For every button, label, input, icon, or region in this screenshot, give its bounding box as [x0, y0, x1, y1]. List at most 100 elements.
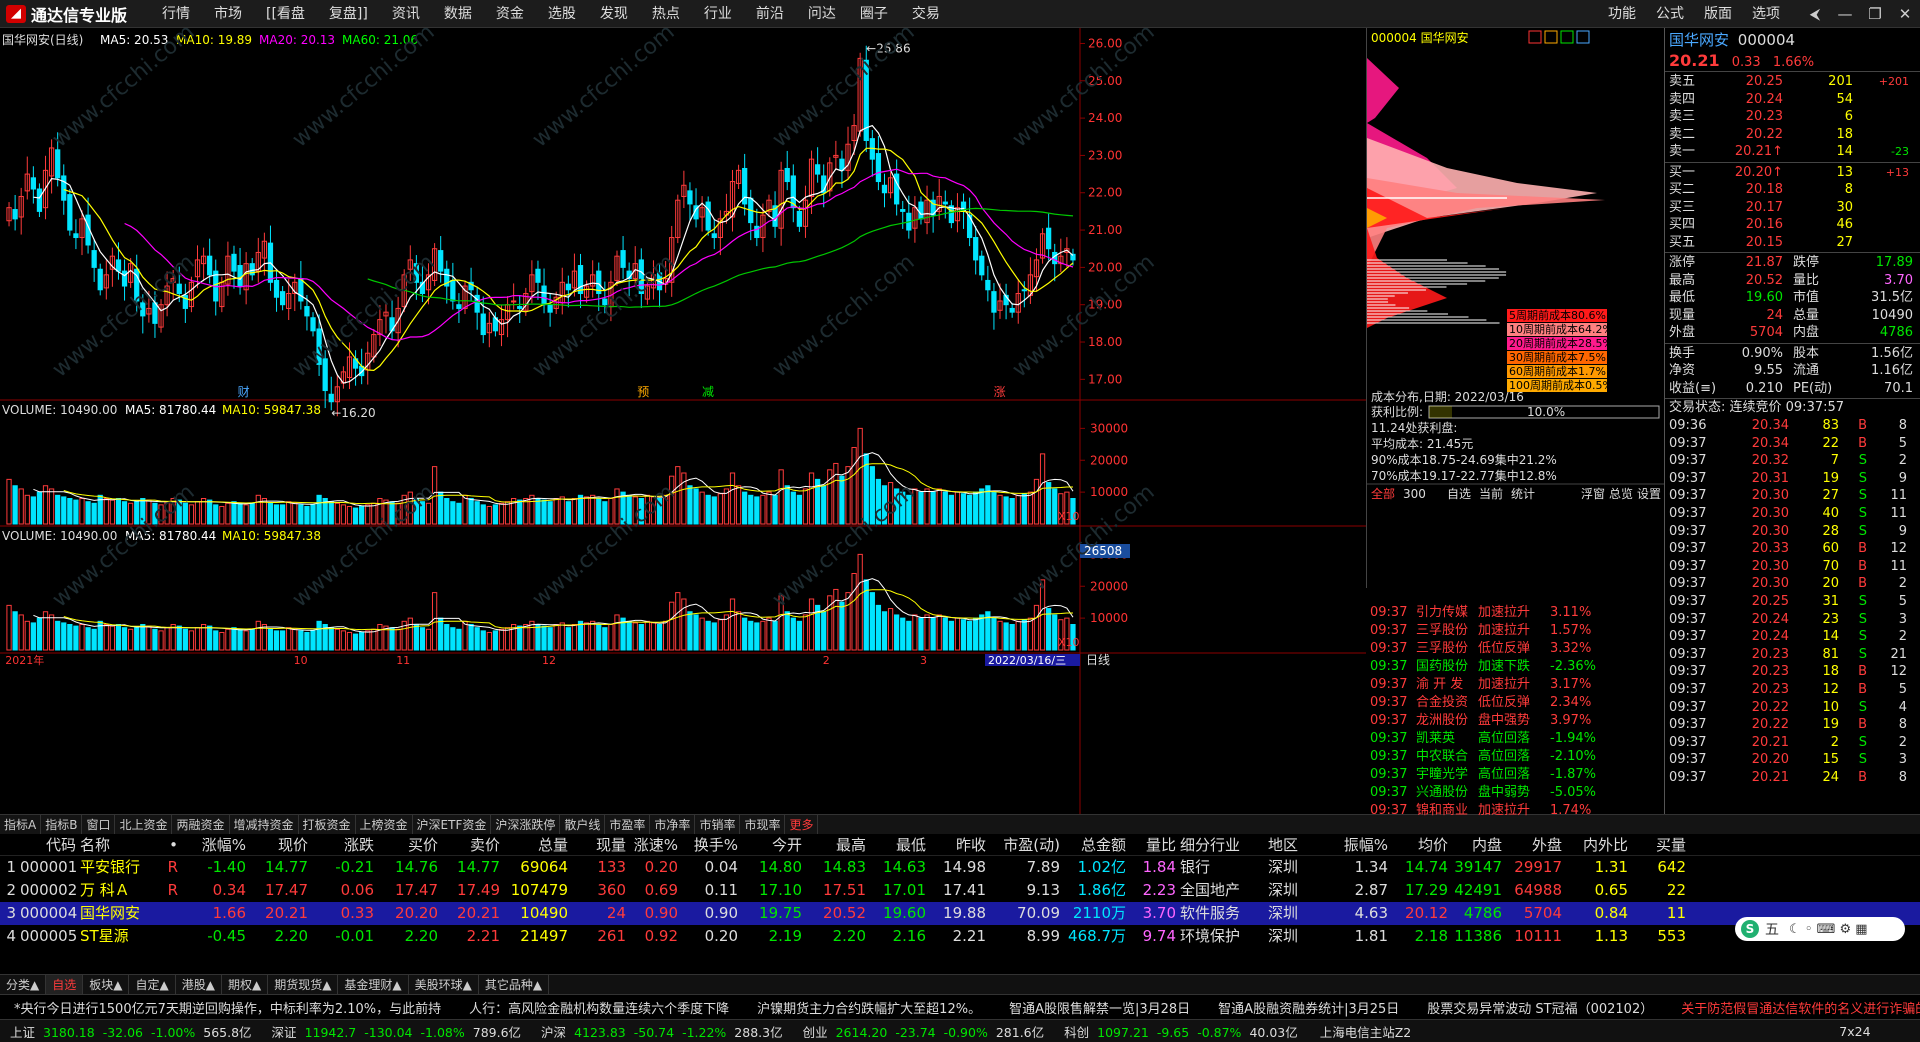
right-menu-item[interactable]: 版面 — [1694, 0, 1742, 28]
column-header[interactable]: 昨收 — [930, 834, 990, 855]
menu-item[interactable]: 资金 — [484, 0, 536, 28]
cost-distribution-panel[interactable]: 000004 国华网安 5周期前成本80.6% 10周期前成本64.2% 20周期前成… — [1366, 28, 1665, 588]
column-header[interactable]: 总量 — [504, 834, 572, 855]
column-header[interactable]: 外盘 — [1506, 834, 1566, 855]
bids-row[interactable]: 买三 20.17 30 — [1665, 199, 1920, 217]
menu-item[interactable]: 前沿 — [744, 0, 796, 28]
column-header[interactable]: 今开 — [742, 834, 806, 855]
close-icon[interactable]: ✕ — [1890, 0, 1920, 28]
menu-item[interactable]: 交易 — [900, 0, 952, 28]
category-tab[interactable]: 基金理财▲ — [338, 975, 409, 994]
menu-item[interactable]: 市场 — [202, 0, 254, 28]
column-header[interactable]: 最高 — [806, 834, 870, 855]
news-item[interactable]: 智通A股融资融券统计|3月25日 — [1204, 998, 1413, 1017]
alert-item[interactable]: 09:37 三孚股份 加速拉升 1.57% — [1366, 622, 1664, 640]
right-menu-item[interactable]: 选项 — [1742, 0, 1790, 28]
back-icon[interactable]: ⮜ — [1800, 0, 1830, 28]
table-row[interactable]: 3 000004 国华网安 1.66 20.21 0.33 20.20 20.21 10490 2… — [0, 902, 1920, 925]
column-header[interactable]: 地区 — [1268, 834, 1320, 855]
table-row[interactable]: 1 000001 平安银行 R -1.40 14.77 -0.21 14.76 14.77 690… — [0, 856, 1920, 879]
menu-item[interactable]: 圈子 — [848, 0, 900, 28]
category-tab[interactable]: 美股环球▲ — [409, 975, 479, 994]
category-tab[interactable]: 港股▲ — [176, 975, 222, 994]
alert-tab[interactable]: 自选 — [1447, 487, 1471, 501]
alert-tab[interactable]: 当前 — [1479, 486, 1503, 501]
server-name[interactable]: 上海电信主站Z2 — [1316, 1022, 1416, 1041]
indicator-tab[interactable]: 窗口 — [82, 815, 116, 834]
menu-item[interactable]: 行业 — [692, 0, 744, 28]
menu-item[interactable]: 发现 — [588, 0, 640, 28]
alert-item[interactable]: 09:37 合金投资 低位反弹 2.34% — [1366, 694, 1664, 712]
alert-item[interactable]: 09:37 锦和商业 加速拉升 1.74% — [1366, 802, 1664, 820]
column-header[interactable]: 买价 — [378, 834, 442, 855]
column-header[interactable]: 换手% — [682, 834, 742, 855]
menu-item[interactable]: 问达 — [796, 0, 848, 28]
news-item[interactable]: *央行今日进行1500亿元7天期逆回购操作，中标利率为2.10%，与此前持 — [0, 998, 455, 1017]
alert-right-tab[interactable]: 设置 — [1637, 487, 1661, 501]
column-header[interactable]: 市盈(动) — [990, 834, 1064, 855]
cost-tool-icon[interactable] — [1560, 30, 1574, 44]
bids-row[interactable]: 买一 20.20↑ 13 +13 — [1665, 164, 1920, 182]
column-header[interactable]: 总金额 — [1064, 834, 1130, 855]
right-menu-item[interactable]: 功能 — [1598, 0, 1646, 28]
news-item[interactable]: 人行：高风险金融机构数量连续六个季度下降 — [455, 998, 743, 1017]
indicator-tab[interactable]: 指标A — [0, 815, 42, 834]
app-logo[interactable]: ◢ 通达信专业版 — [0, 0, 150, 28]
event-marker[interactable]: 预 — [637, 385, 649, 399]
tick-list[interactable]: 09:36 20.34 83 B 8 09:37 20.34 22 B 5 09:37 20.32 7 S… — [1665, 417, 1920, 786]
column-header[interactable]: 名称 — [80, 834, 154, 855]
cost-tool-icon[interactable] — [1528, 30, 1542, 44]
menu-item[interactable]: 热点 — [640, 0, 692, 28]
indicator-tab[interactable]: 指标B — [41, 815, 83, 834]
asks-row[interactable]: 卖二 20.22 18 — [1665, 126, 1920, 144]
column-header[interactable]: 内盘 — [1452, 834, 1506, 855]
alert-list[interactable]: 09:37 引力传媒 加速拉升 3.11% 09:37 三孚股份 加速拉升 1.57% 09:3… — [1366, 604, 1664, 824]
indicator-tab[interactable]: 散户线 — [560, 815, 606, 834]
category-tab[interactable]: 自定▲ — [129, 975, 176, 994]
alert-item[interactable]: 09:37 渝 开 发加速拉升 3.17% — [1366, 676, 1664, 694]
alert-tab[interactable]: 统计 — [1511, 487, 1535, 501]
indicator-tab[interactable]: 北上资金 — [115, 815, 173, 834]
asks-row[interactable]: 卖五 20.25 201 +201 — [1665, 73, 1920, 91]
table-row[interactable]: 2 000002 万 科Ａ R 0.34 17.47 0.06 17.47 17.49 10747… — [0, 879, 1920, 902]
alert-tab[interactable]: 全部 — [1371, 486, 1395, 501]
alert-item[interactable]: 09:37 凯莱英 高位回落 -1.94% — [1366, 730, 1664, 748]
column-header[interactable] — [0, 834, 20, 855]
column-header[interactable]: 内外比 — [1566, 834, 1632, 855]
restore-icon[interactable]: ❐ — [1860, 0, 1890, 28]
alert-item[interactable]: 09:37 中农联合 高位回落 -2.10% — [1366, 748, 1664, 766]
menu-item[interactable]: 数据 — [432, 0, 484, 28]
column-header[interactable]: 均价 — [1392, 834, 1452, 855]
indicator-tab[interactable]: 市销率 — [695, 815, 741, 834]
bids-row[interactable]: 买二 20.18 8 — [1665, 181, 1920, 199]
column-header[interactable]: 细分行业 — [1180, 834, 1268, 855]
alert-right-tab[interactable]: 总览 — [1609, 486, 1633, 501]
bids-row[interactable]: 买五 20.15 27 — [1665, 234, 1920, 252]
news-item[interactable]: 关于防范假冒通达信软件的名义进行诈骗的安全公告 — [1667, 998, 1920, 1017]
bids-row[interactable]: 买四 20.16 46 — [1665, 216, 1920, 234]
indicator-tab[interactable]: 市盈率 — [605, 815, 651, 834]
index-quote[interactable]: 科创 1097.21 -9.65 -0.87% 40.03亿 — [1054, 1022, 1308, 1041]
column-header[interactable]: 涨幅% — [182, 834, 250, 855]
category-tab[interactable]: 分类▲ — [0, 975, 47, 994]
indicator-tab[interactable]: 沪深涨跌停 — [491, 815, 561, 834]
alert-item[interactable]: 09:37 龙洲股份 盘中强势 3.97% — [1366, 712, 1664, 730]
event-marker[interactable]: 减 — [702, 385, 714, 399]
index-quote[interactable]: 深证 11942.7 -130.04 -1.08% 789.6亿 — [262, 1022, 532, 1041]
index-quote[interactable]: 沪深 4123.83 -50.74 -1.22% 288.3亿 — [531, 1022, 793, 1041]
indicator-tab[interactable]: 市现率 — [740, 815, 786, 834]
kline-chart[interactable]: 国华网安(日线) MA5: 20.53 MA10: 19.89 MA20: 20.13… — [0, 28, 1366, 814]
category-tab[interactable]: 期货现货▲ — [268, 975, 339, 994]
ime-toolbar[interactable]: S 五 ☾ ◦ ⌨ ⚙ ▦ — [1735, 917, 1905, 941]
column-header[interactable]: 量比 — [1130, 834, 1180, 855]
column-header[interactable]: • — [154, 834, 182, 855]
event-marker[interactable]: 涨 — [994, 384, 1006, 399]
column-header[interactable]: 买量 — [1632, 834, 1690, 855]
period-label[interactable]: 日线 — [1086, 653, 1110, 667]
menu-item[interactable]: 复盘]] — [317, 0, 380, 28]
indicator-tab[interactable]: 打板资金 — [299, 815, 356, 834]
column-header[interactable]: 振幅% — [1320, 834, 1392, 855]
indicator-tab[interactable]: 更多 — [785, 815, 819, 834]
category-tab[interactable]: 期权▲ — [222, 975, 269, 994]
indicator-tab[interactable]: 两融资金 — [172, 815, 230, 834]
